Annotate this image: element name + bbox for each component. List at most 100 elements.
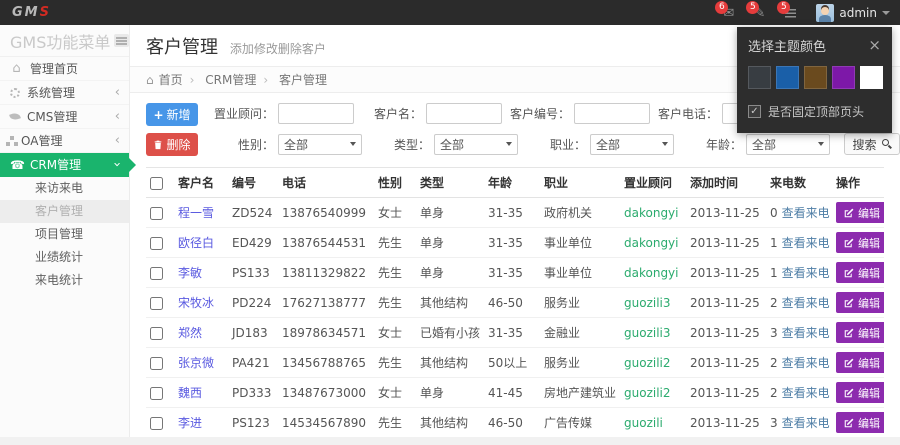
content-area: + 新增 删除 置业顾问： — [130, 93, 900, 445]
close-icon[interactable] — [868, 38, 881, 53]
breadcrumb-item: › CRM管理 — [183, 71, 257, 88]
edit-button[interactable]: 编辑 — [836, 232, 884, 253]
customer-name-link[interactable]: 郑然 — [178, 326, 202, 340]
edit-button[interactable]: 编辑 — [836, 292, 884, 313]
view-calls-link[interactable]: 查看来电 — [782, 206, 830, 220]
row-checkbox[interactable] — [150, 297, 163, 310]
hamburger-icon[interactable] — [114, 34, 129, 47]
filter-select[interactable]: 全部 — [434, 134, 518, 155]
chevron-down-icon — [350, 142, 356, 146]
sidebar-subitem[interactable]: 客户管理 — [0, 200, 129, 223]
select-all-checkbox[interactable] — [150, 177, 163, 190]
sidebar-subitem[interactable]: 来电统计 — [0, 269, 129, 292]
view-calls-link[interactable]: 查看来电 — [782, 326, 830, 340]
customer-gender: 女士 — [374, 318, 416, 348]
filter-select[interactable]: 全部 — [746, 134, 830, 155]
customer-name-link[interactable]: 李进 — [178, 416, 202, 430]
theme-color-swatch[interactable] — [832, 66, 855, 89]
filter-select[interactable]: 全部 — [590, 134, 674, 155]
agent-link[interactable]: dakongyi — [624, 266, 679, 280]
chevron-down-icon — [882, 11, 890, 15]
row-checkbox[interactable] — [150, 207, 163, 220]
notification-button[interactable]: 6 — [723, 6, 738, 20]
sidebar-item[interactable]: CRM管理 ‹ — [0, 153, 129, 177]
row-checkbox[interactable] — [150, 237, 163, 250]
notification-button[interactable]: 5 — [754, 6, 769, 20]
filter-select[interactable]: 全部 — [278, 134, 362, 155]
customer-phone: 13876540999 — [278, 198, 374, 228]
sidebar-item[interactable]: CMS管理 ‹ — [0, 105, 129, 129]
search-button[interactable]: 搜索 — [844, 133, 900, 155]
view-calls-link[interactable]: 查看来电 — [782, 236, 830, 250]
sidebar-item[interactable]: 系统管理 ‹ — [0, 81, 129, 105]
customer-name-link[interactable]: 宋牧冰 — [178, 296, 214, 310]
row-checkbox[interactable] — [150, 387, 163, 400]
customer-job: 事业单位 — [540, 258, 620, 288]
checkbox-checked-icon[interactable] — [748, 105, 761, 118]
agent-link[interactable]: guozili2 — [624, 386, 671, 400]
agent-link[interactable]: guozili3 — [624, 296, 671, 310]
edit-button[interactable]: 编辑 — [836, 412, 884, 433]
theme-color-swatch[interactable] — [748, 66, 771, 89]
row-checkbox[interactable] — [150, 417, 163, 430]
added-date: 2013-11-25 — [686, 378, 766, 408]
customer-code: PD224 — [228, 288, 278, 318]
notification-button[interactable]: 5 — [785, 6, 800, 20]
added-date: 2013-11-25 — [686, 348, 766, 378]
customer-name-link[interactable]: 李敏 — [178, 266, 202, 280]
table-row: 欧径白 ED429 13876544531 先生 单身 31-35 事业单位 d… — [146, 228, 884, 258]
customer-name-link[interactable]: 魏西 — [178, 386, 202, 400]
sidebar-subitem[interactable]: 业绩统计 — [0, 246, 129, 269]
customer-type: 其他结构 — [416, 348, 484, 378]
agent-link[interactable]: dakongyi — [624, 206, 679, 220]
customer-age: 50以上 — [484, 348, 540, 378]
view-calls-link[interactable]: 查看来电 — [782, 296, 830, 310]
customer-name-link[interactable]: 欧径白 — [178, 236, 214, 250]
customer-code: JD183 — [228, 318, 278, 348]
agent-link[interactable]: guozili3 — [624, 326, 671, 340]
chevron-icon: ‹ — [115, 85, 120, 100]
edit-button[interactable]: 编辑 — [836, 202, 884, 223]
edit-button[interactable]: 编辑 — [836, 352, 884, 373]
agent-link[interactable]: guozili — [624, 416, 663, 430]
filter-input[interactable] — [278, 103, 354, 124]
add-button[interactable]: + 新增 — [146, 103, 198, 126]
sidebar-item[interactable]: 管理首页 — [0, 57, 129, 81]
agent-link[interactable]: guozili2 — [624, 356, 671, 370]
customer-type: 单身 — [416, 198, 484, 228]
theme-color-swatch[interactable] — [860, 66, 883, 89]
row-checkbox[interactable] — [150, 327, 163, 340]
customer-name-link[interactable]: 张京微 — [178, 356, 214, 370]
filter-field: 客户编号： — [508, 103, 650, 124]
user-menu[interactable]: admin — [816, 4, 890, 22]
row-checkbox[interactable] — [150, 357, 163, 370]
agent-link[interactable]: dakongyi — [624, 236, 679, 250]
view-calls-link[interactable]: 查看来电 — [782, 266, 830, 280]
table-row: 程一雪 ZD524 13876540999 女士 单身 31-35 政府机关 d… — [146, 198, 884, 228]
view-calls-link[interactable]: 查看来电 — [782, 416, 830, 430]
theme-color-swatch[interactable] — [776, 66, 799, 89]
sidebar-subitem[interactable]: 项目管理 — [0, 223, 129, 246]
filter-input[interactable] — [426, 103, 502, 124]
sidebar-subitem[interactable]: 来访来电 — [0, 177, 129, 200]
edit-button[interactable]: 编辑 — [836, 262, 884, 283]
sidebar-item[interactable]: OA管理 ‹ — [0, 129, 129, 153]
customer-gender: 先生 — [374, 348, 416, 378]
view-calls-link[interactable]: 查看来电 — [782, 386, 830, 400]
delete-button[interactable]: 删除 — [146, 133, 198, 156]
action-buttons: + 新增 删除 — [146, 103, 198, 156]
row-checkbox[interactable] — [150, 267, 163, 280]
theme-color-swatch[interactable] — [804, 66, 827, 89]
fix-header-option[interactable]: 是否固定顶部页头 — [748, 103, 881, 120]
filter-input[interactable] — [574, 103, 650, 124]
breadcrumb-item: › 首页 — [159, 71, 183, 88]
view-calls-link[interactable]: 查看来电 — [782, 356, 830, 370]
calls-count: 3 — [770, 326, 778, 340]
filter-select-field: 类型： 全部 — [368, 134, 518, 155]
customer-name-link[interactable]: 程一雪 — [178, 206, 214, 220]
edit-icon — [844, 268, 854, 278]
edit-button[interactable]: 编辑 — [836, 382, 884, 403]
chevron-down-icon — [818, 142, 824, 146]
theme-panel-title: 选择主题颜色 — [748, 36, 826, 55]
edit-button[interactable]: 编辑 — [836, 322, 884, 343]
